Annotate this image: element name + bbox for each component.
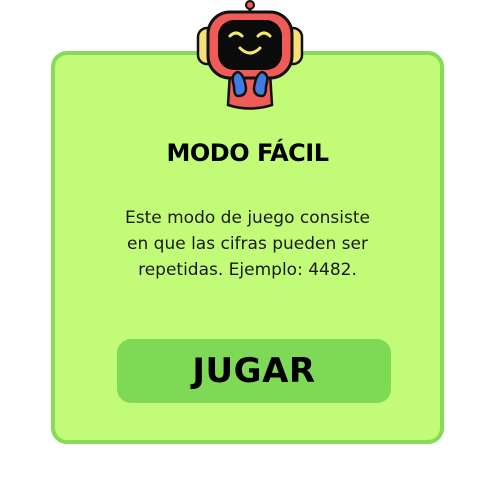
play-button[interactable]: JUGAR	[117, 339, 391, 403]
mode-description: Este modo de juego consiste en que las c…	[79, 205, 416, 283]
robot-mascot-icon	[196, 0, 304, 110]
mode-description-line: en que las cifras pueden ser	[127, 234, 368, 254]
mode-title: MODO FÁCIL	[166, 139, 329, 167]
mode-description-line: Este modo de juego consiste	[125, 208, 370, 228]
mode-description-line: repetidas. Ejemplo: 4482.	[138, 260, 357, 280]
